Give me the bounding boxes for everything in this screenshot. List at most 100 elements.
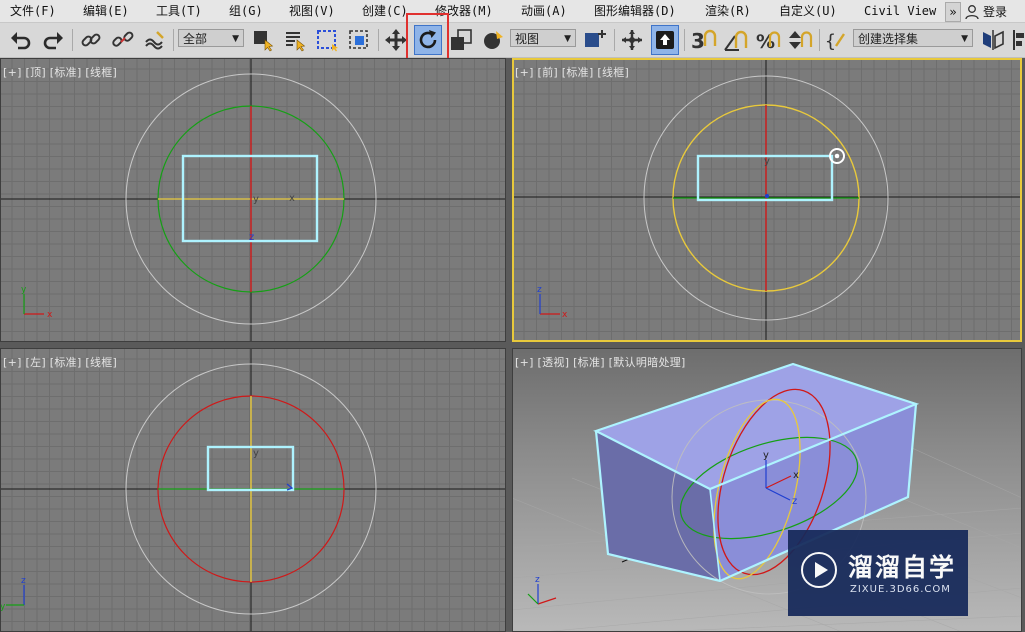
angle-snap-icon bbox=[724, 30, 748, 51]
menu-graph-editors[interactable]: 图形编辑器(D) bbox=[594, 3, 676, 19]
mirror-button[interactable] bbox=[979, 25, 1007, 55]
select-object-button[interactable] bbox=[250, 25, 276, 55]
pivot-y-label: y bbox=[253, 194, 259, 205]
menu-civil-view[interactable]: Civil View bbox=[864, 3, 936, 19]
rect-selection-icon bbox=[317, 30, 338, 52]
snap-3d-icon: 3 bbox=[691, 29, 717, 52]
bind-to-space-warp-button[interactable] bbox=[142, 25, 168, 55]
named-selection-icon: { bbox=[825, 31, 845, 52]
chevron-down-icon: ▼ bbox=[564, 34, 571, 44]
select-and-move-button[interactable] bbox=[383, 25, 409, 55]
unlink-selection-button[interactable] bbox=[110, 25, 136, 55]
pivot-center-icon bbox=[585, 30, 606, 47]
menu-tools[interactable]: 工具(T) bbox=[156, 3, 202, 19]
reference-coord-system-value: 视图 bbox=[515, 32, 540, 46]
viewport-left[interactable]: y z y [+] [左] [标准] [线框] bbox=[0, 348, 506, 632]
world-axis-x-label: x bbox=[562, 310, 568, 320]
space-warp-icon bbox=[145, 31, 164, 50]
select-and-rotate-button[interactable] bbox=[414, 25, 442, 55]
viewport-front[interactable]: y x z [+] [前] [标准] [线框] bbox=[512, 58, 1022, 342]
world-axis-x-label: x bbox=[47, 310, 53, 320]
mirror-icon bbox=[983, 30, 1004, 50]
redo-icon bbox=[43, 32, 63, 50]
window-crossing-button[interactable] bbox=[346, 25, 372, 55]
menu-file[interactable]: 文件(F) bbox=[10, 3, 56, 19]
world-axis-z-label: z bbox=[21, 576, 26, 586]
viewport-front-label[interactable]: [+] [前] [标准] [线框] bbox=[515, 64, 629, 80]
pivot-y-label: y bbox=[764, 156, 770, 167]
rotate-icon bbox=[419, 30, 437, 49]
named-selection-set-dropdown[interactable]: 创建选择集 ▼ bbox=[853, 29, 973, 47]
rectangular-selection-region-button[interactable] bbox=[314, 25, 340, 55]
place-icon bbox=[484, 31, 503, 49]
pivot-x-label: x bbox=[289, 193, 295, 204]
menu-group[interactable]: 组(G) bbox=[229, 3, 263, 19]
scale-icon bbox=[451, 29, 472, 50]
menu-rendering[interactable]: 渲染(R) bbox=[705, 3, 751, 19]
manipulate-icon bbox=[622, 30, 642, 50]
watermark-subtitle: ZIXUE.3D66.COM bbox=[850, 584, 951, 595]
pivot-y-label: y bbox=[763, 450, 769, 461]
selection-filter-value: 全部 bbox=[183, 32, 208, 46]
link-icon bbox=[81, 33, 101, 47]
selection-filter-dropdown[interactable]: 全部 ▼ bbox=[178, 29, 244, 47]
align-icon bbox=[1013, 30, 1024, 50]
world-axis-z-label: z bbox=[535, 575, 540, 585]
select-and-link-button[interactable] bbox=[78, 25, 104, 55]
unlink-icon bbox=[112, 31, 134, 47]
menu-create[interactable]: 创建(C) bbox=[362, 3, 408, 19]
menu-edit[interactable]: 编辑(E) bbox=[83, 3, 129, 19]
login-button[interactable]: 登录 bbox=[964, 3, 1007, 20]
menu-animation[interactable]: 动画(A) bbox=[521, 3, 567, 19]
world-axis-y-label: y bbox=[0, 602, 6, 612]
world-axis-y-label: y bbox=[21, 285, 27, 295]
undo-button[interactable] bbox=[8, 25, 34, 55]
left-viewport-canvas: y z y bbox=[0, 348, 506, 632]
watermark-title: 溜溜自学 bbox=[848, 553, 957, 582]
svg-text:{: { bbox=[825, 31, 836, 52]
menu-customize[interactable]: 自定义(U) bbox=[779, 3, 837, 19]
front-viewport-canvas: y x z bbox=[512, 58, 1022, 342]
edit-named-selection-sets-button[interactable]: { bbox=[823, 25, 849, 55]
select-manipulate-button[interactable] bbox=[619, 25, 645, 55]
align-button[interactable] bbox=[1011, 25, 1025, 55]
use-pivot-point-center-button[interactable] bbox=[582, 25, 610, 55]
user-icon bbox=[965, 4, 979, 19]
menu-views[interactable]: 视图(V) bbox=[289, 3, 335, 19]
menu-overflow-button[interactable]: » bbox=[945, 2, 961, 22]
chevron-down-icon: ▼ bbox=[961, 34, 968, 44]
watermark-logo: 溜溜自学 ZIXUE.3D66.COM bbox=[788, 530, 968, 616]
pivot-z-label: z bbox=[792, 496, 797, 507]
menu-modifiers[interactable]: 修改器(M) bbox=[435, 3, 493, 19]
select-and-scale-button[interactable] bbox=[448, 25, 474, 55]
top-viewport-canvas: y x z x y bbox=[0, 58, 506, 342]
select-object-icon bbox=[254, 31, 274, 52]
percent-snap-toggle-button[interactable]: % bbox=[754, 25, 782, 55]
spinner-snap-toggle-button[interactable] bbox=[786, 25, 814, 55]
viewport-perspective-label[interactable]: [+] [透视] [标准] [默认明暗处理] bbox=[515, 354, 686, 370]
select-by-name-button[interactable] bbox=[282, 25, 308, 55]
reference-coord-system-dropdown[interactable]: 视图 ▼ bbox=[510, 29, 576, 47]
select-and-place-button[interactable] bbox=[480, 25, 506, 55]
snaps-toggle-button[interactable]: 3 bbox=[689, 25, 719, 55]
pivot-z-label: z bbox=[249, 232, 254, 243]
viewport-top-label[interactable]: [+] [顶] [标准] [线框] bbox=[3, 64, 117, 80]
percent-snap-icon: % bbox=[756, 31, 781, 52]
redo-button[interactable] bbox=[40, 25, 66, 55]
named-selection-set-value: 创建选择集 bbox=[858, 32, 919, 46]
undo-icon bbox=[11, 32, 31, 50]
svg-text:3: 3 bbox=[691, 29, 705, 52]
play-icon bbox=[801, 552, 837, 588]
viewport-top[interactable]: y x z x y [+] [顶] [标准] [线框] bbox=[0, 58, 506, 342]
window-crossing-icon bbox=[349, 30, 368, 49]
main-toolbar: 全部 ▼ 视图 ▼ 3 % {创建选择集 ▼ bbox=[0, 23, 1025, 58]
spinner-snap-icon bbox=[789, 31, 813, 49]
world-axis-z-label: z bbox=[537, 285, 542, 295]
angle-snap-toggle-button[interactable] bbox=[722, 25, 750, 55]
keyboard-override-icon bbox=[656, 31, 674, 49]
keyboard-shortcut-override-button[interactable] bbox=[651, 25, 679, 55]
pivot-x-label: x bbox=[793, 470, 799, 481]
viewport-left-label[interactable]: [+] [左] [标准] [线框] bbox=[3, 354, 117, 370]
menu-bar: 文件(F) 编辑(E) 工具(T) 组(G) 视图(V) 创建(C) 修改器(M… bbox=[0, 0, 1025, 23]
chevron-down-icon: ▼ bbox=[232, 34, 239, 44]
